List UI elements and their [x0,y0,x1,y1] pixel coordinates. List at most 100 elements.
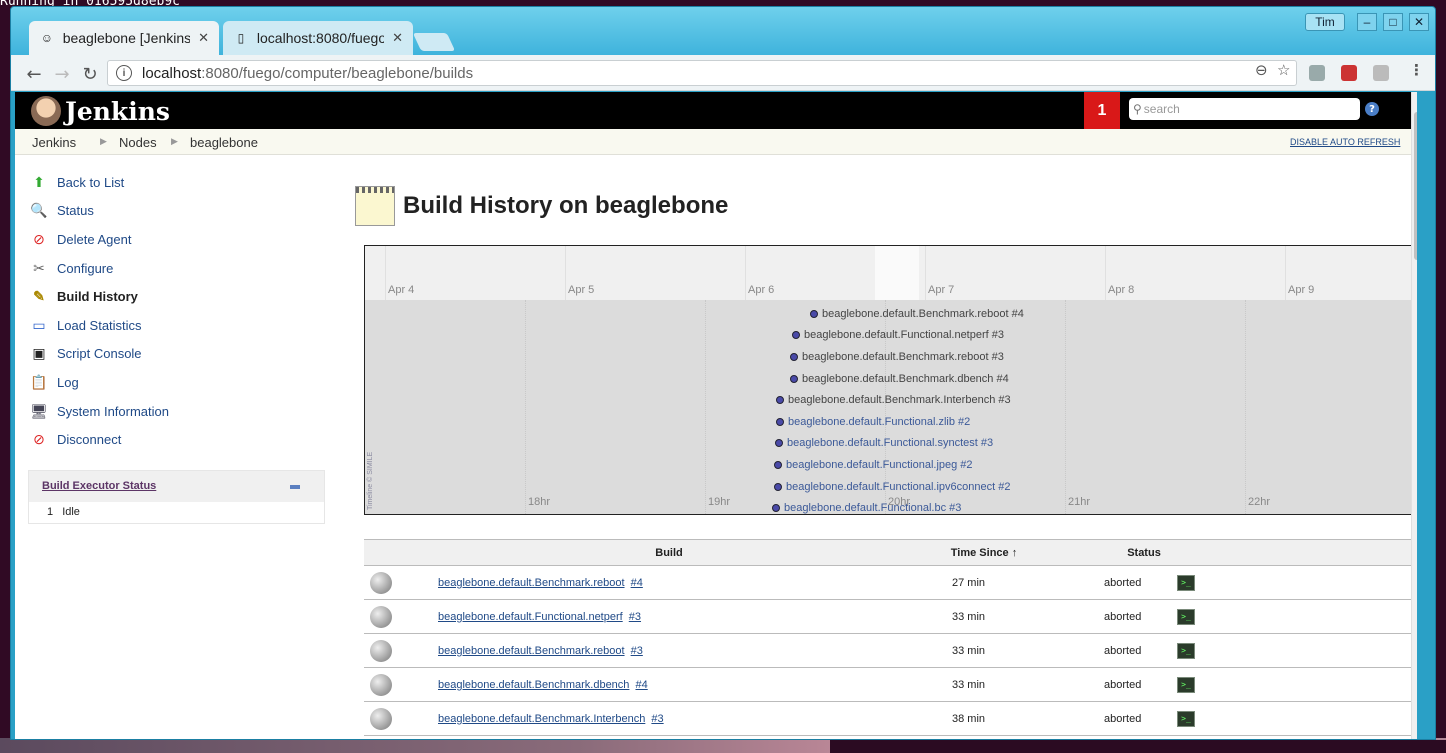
timeline-event[interactable]: beaglebone.default.Benchmark.reboot #4 [810,308,1024,320]
zoom-icon[interactable]: ⊖ [1255,61,1268,79]
build-cell: beaglebone.default.Benchmark.reboot #3 [424,633,914,668]
time-since-cell: 33 min [914,599,1054,634]
timeline-event[interactable]: beaglebone.default.Functional.bc #3 [772,502,961,514]
sidebar-item-status[interactable]: 🔍 Status [29,199,94,221]
no-entry-icon: ⊘ [33,430,45,447]
timeline-event[interactable]: beaglebone.default.Benchmark.Interbench … [776,394,1011,406]
col-time-since[interactable]: Time Since ↑ [914,539,1054,566]
sidebar-item-build-history[interactable]: ✎ Build History [29,285,138,307]
timeline-event[interactable]: beaglebone.default.Benchmark.dbench #4 [790,373,1009,385]
sidebar-item-system-information[interactable]: 🖥 System Information [29,400,169,422]
timeline-day-divider [745,246,746,300]
timeline-event-dot-icon [776,418,784,426]
build-job-link[interactable]: beaglebone.default.Benchmark.Interbench [438,713,645,725]
build-number-link[interactable]: #3 [629,611,641,623]
shield-extension-icon[interactable] [1341,65,1357,81]
terminal-icon: ▣ [32,344,46,361]
timeline-event[interactable]: beaglebone.default.Benchmark.reboot #3 [790,351,1004,363]
breadcrumb: Jenkins ▶ Nodes ▶ beaglebone DISABLE AUT… [15,129,1411,155]
build-job-link[interactable]: beaglebone.default.Benchmark.reboot [438,645,625,657]
timeline-day-divider [925,246,926,300]
sidebar-item-label: Log [57,374,79,390]
breadcrumb-chevron-icon[interactable]: ▶ [100,136,107,147]
sidebar-item-load-statistics[interactable]: ▭ Load Statistics [29,314,141,336]
timeline-event-label: beaglebone.default.Benchmark.reboot #4 [822,308,1024,320]
breadcrumb-jenkins[interactable]: Jenkins [32,135,76,150]
page-scrollbar[interactable] [1411,92,1417,739]
search-box[interactable]: ⚲ search [1129,98,1360,120]
user-badge[interactable]: Tim [1305,13,1345,31]
close-window-icon[interactable]: ✕ [1409,13,1429,31]
col-status[interactable]: Status [1054,539,1234,566]
tab-close-icon[interactable]: ✕ [198,30,209,46]
build-job-link[interactable]: beaglebone.default.Functional.netperf [438,611,623,623]
sidebar-item-script-console[interactable]: ▣ Script Console [29,342,141,364]
timeline-event[interactable]: beaglebone.default.Functional.zlib #2 [776,416,970,428]
timeline-event[interactable]: beaglebone.default.Functional.jpeg #2 [774,459,973,471]
logo-text: Jenkins [65,96,170,126]
jenkins-logo[interactable]: Jenkins [31,96,170,126]
build-number-link[interactable]: #3 [651,713,663,725]
build-number-link[interactable]: #3 [631,645,643,657]
timeline-event-dot-icon [774,483,782,491]
console-output-icon[interactable]: >_ [1177,710,1195,727]
sidebar-item-configure[interactable]: ✂ Configure [29,257,113,279]
timeline-event[interactable]: beaglebone.default.Functional.netperf #3 [792,329,1004,341]
sidebar-item-log[interactable]: 📋 Log [29,371,79,393]
sidebar-item-disconnect[interactable]: ⊘ Disconnect [29,428,121,450]
console-output-icon[interactable]: >_ [1177,574,1195,591]
collapse-icon[interactable] [290,485,300,489]
build-executor-title[interactable]: Build Executor Status [42,480,156,492]
forward-arrow-icon[interactable]: → [51,63,73,85]
help-icon[interactable]: ? [1365,102,1379,116]
timeline-hour-divider [1065,300,1066,514]
breadcrumb-nodes[interactable]: Nodes [119,135,157,150]
address-bar[interactable]: i localhost:8080/fuego/computer/beaglebo… [107,60,1297,86]
url-path: :8080/fuego/computer/beaglebone/builds [201,64,474,82]
timeline-event-label: beaglebone.default.Benchmark.Interbench … [788,394,1011,406]
console-output-icon[interactable]: >_ [1177,676,1195,693]
table-header-row: Build Time Since ↑ Status [364,539,1414,566]
timeline-event[interactable]: beaglebone.default.Functional.synctest #… [775,437,993,449]
build-job-link[interactable]: beaglebone.default.Benchmark.reboot [438,577,625,589]
executor-state: Idle [62,506,80,518]
maximize-icon[interactable]: □ [1383,13,1403,31]
executor-row: 1 Idle [29,502,324,522]
timeline-event-dot-icon [772,504,780,512]
build-cell: beaglebone.default.Functional.netperf #3 [424,599,914,634]
info-icon[interactable]: i [116,65,132,81]
console-output-icon[interactable]: >_ [1177,642,1195,659]
scrollbar-thumb[interactable] [1414,112,1417,260]
tab-jenkins[interactable]: ☺ beaglebone [Jenkins ✕ [29,21,219,55]
timeline-event[interactable]: beaglebone.default.Functional.ipv6connec… [774,481,1010,493]
col-build[interactable]: Build [424,539,914,566]
bookmark-star-icon[interactable]: ☆ [1277,61,1290,79]
console-output-icon[interactable]: >_ [1177,608,1195,625]
page-favicon-icon: ▯ [237,31,245,45]
tab-localhost[interactable]: ▯ localhost:8080/fuego ✕ [223,21,413,55]
minimize-icon[interactable]: – [1357,13,1377,31]
build-job-link[interactable]: beaglebone.default.Benchmark.dbench [438,679,629,691]
sidebar-item-back-to-list[interactable]: ⬆ Back to List [29,171,124,193]
build-number-link[interactable]: #4 [631,577,643,589]
back-arrow-icon[interactable]: ← [23,63,45,85]
sidebar-item-delete-agent[interactable]: ⊘ Delete Agent [29,228,131,250]
jenkins-page: Jenkins 1 ⚲ search ? Jenkins ▶ Nodes ▶ b… [15,92,1417,739]
build-timeline[interactable]: Timeline © SIMILE Apr 4 Apr 5 Apr 6 Apr 7 Ap… [364,245,1414,515]
tab-close-icon[interactable]: ✕ [392,30,403,46]
notification-badge[interactable]: 1 [1084,92,1120,129]
tab-label: localhost:8080/fuego [256,30,385,46]
tools-icon: ✂ [33,259,45,276]
status-ball-icon [370,571,392,594]
extension-icon[interactable] [1309,65,1325,81]
build-number-link[interactable]: #4 [635,679,647,691]
reload-icon[interactable]: ↻ [79,63,101,85]
breadcrumb-chevron-icon[interactable]: ▶ [171,136,178,147]
timeline-hour-label: 22hr [1248,496,1271,508]
menu-dots-icon[interactable]: ⋮ [1409,61,1424,79]
disable-auto-refresh-link[interactable]: DISABLE AUTO REFRESH [1290,137,1400,147]
new-tab-button[interactable] [412,33,456,51]
console-cell: >_ [1177,701,1414,736]
breadcrumb-beaglebone[interactable]: beaglebone [190,135,258,150]
g-extension-icon[interactable] [1373,65,1389,81]
